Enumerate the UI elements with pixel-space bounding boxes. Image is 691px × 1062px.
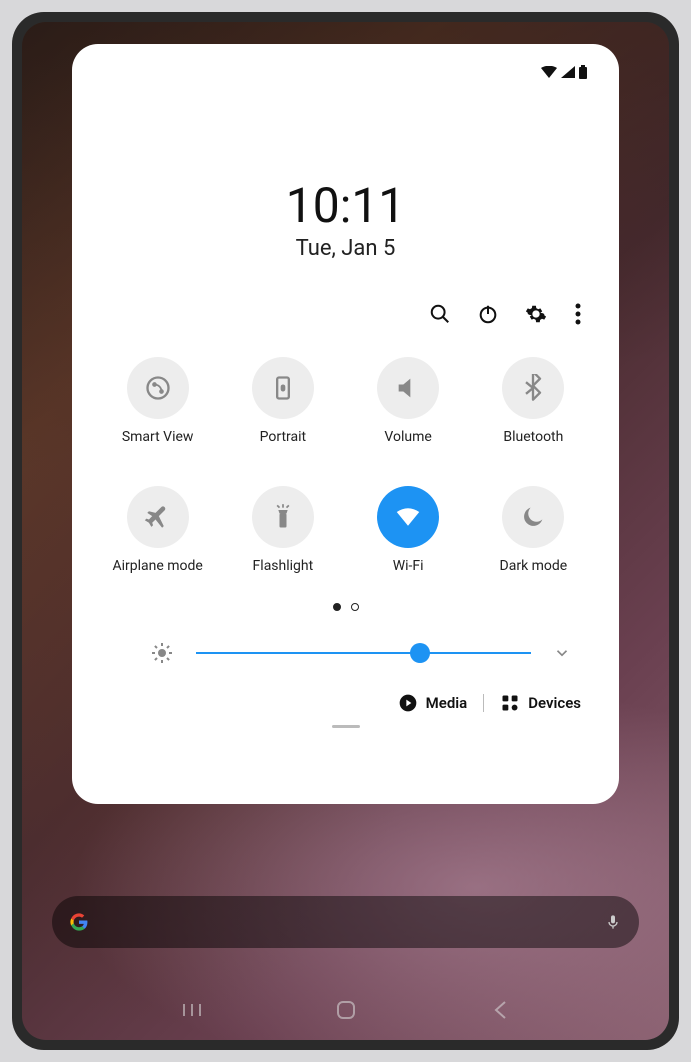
tile-smart-view[interactable]: Smart View (100, 357, 215, 446)
tile-label: Wi-Fi (393, 558, 424, 575)
device-frame: 10:11 Tue, Jan 5 Smart View Portrait Volum… (12, 12, 679, 1050)
tile-volume[interactable]: Volume (351, 357, 466, 446)
quick-settings-panel: 10:11 Tue, Jan 5 Smart View Portrait Volum… (72, 44, 619, 804)
separator (483, 694, 484, 712)
volume-icon (377, 357, 439, 419)
clock-time: 10:11 (100, 177, 591, 234)
bottom-row: Media Devices (100, 693, 591, 713)
pager-dots (100, 603, 591, 611)
portrait-icon (252, 357, 314, 419)
clock-date: Tue, Jan 5 (100, 236, 591, 261)
tile-label: Flashlight (253, 558, 314, 575)
bluetooth-icon (502, 357, 564, 419)
media-button[interactable]: Media (398, 693, 468, 713)
power-button[interactable] (475, 301, 501, 327)
chevron-down-icon (553, 644, 571, 662)
flashlight-icon (252, 486, 314, 548)
brightness-expand-button[interactable] (553, 644, 571, 662)
pager-dot[interactable] (333, 603, 341, 611)
signal-status-icon (561, 66, 575, 78)
recents-icon (182, 1002, 202, 1018)
nav-home-button[interactable] (334, 998, 358, 1022)
tile-wifi[interactable]: Wi-Fi (351, 486, 466, 575)
pager-dot[interactable] (351, 603, 359, 611)
screen: 10:11 Tue, Jan 5 Smart View Portrait Volum… (22, 22, 669, 1040)
airplane-icon (127, 486, 189, 548)
action-row (100, 301, 591, 327)
battery-status-icon (579, 65, 587, 79)
darkmode-icon (502, 486, 564, 548)
wifi-icon (377, 486, 439, 548)
more-vert-icon (575, 303, 581, 325)
mic-icon[interactable] (605, 911, 621, 933)
brightness-slider[interactable] (196, 643, 531, 663)
wifi-status-icon (541, 66, 557, 78)
gear-icon (525, 303, 547, 325)
google-search-bar[interactable] (52, 896, 639, 948)
tile-portrait[interactable]: Portrait (225, 357, 340, 446)
clock-area: 10:11 Tue, Jan 5 (100, 177, 591, 261)
tile-label: Airplane mode (112, 558, 202, 575)
tile-label: Portrait (260, 429, 306, 446)
slider-track (196, 652, 531, 654)
navigation-bar (22, 998, 669, 1022)
tile-label: Dark mode (500, 558, 568, 575)
devices-label: Devices (528, 694, 581, 712)
devices-grid-icon (500, 693, 520, 713)
tile-label: Bluetooth (503, 429, 563, 446)
tile-darkmode[interactable]: Dark mode (476, 486, 591, 575)
more-button[interactable] (571, 301, 585, 327)
status-bar (100, 62, 591, 82)
tile-label: Smart View (122, 429, 194, 446)
search-icon (429, 303, 451, 325)
nav-recents-button[interactable] (180, 998, 204, 1022)
tile-flashlight[interactable]: Flashlight (225, 486, 340, 575)
home-icon (336, 1000, 356, 1020)
brightness-icon (150, 641, 174, 665)
devices-button[interactable]: Devices (500, 693, 581, 713)
panel-handle[interactable] (332, 725, 360, 728)
tile-bluetooth[interactable]: Bluetooth (476, 357, 591, 446)
tile-airplane[interactable]: Airplane mode (100, 486, 215, 575)
nav-back-button[interactable] (488, 998, 512, 1022)
search-button[interactable] (427, 301, 453, 327)
tile-label: Volume (384, 429, 431, 446)
back-icon (493, 1000, 507, 1020)
power-icon (477, 303, 499, 325)
play-circle-icon (398, 693, 418, 713)
settings-button[interactable] (523, 301, 549, 327)
google-icon (70, 913, 88, 931)
brightness-row (100, 641, 591, 665)
smartview-icon (127, 357, 189, 419)
media-label: Media (426, 694, 468, 712)
slider-thumb[interactable] (410, 643, 430, 663)
quick-tiles-grid: Smart View Portrait Volume Bluetooth Airplan… (100, 357, 591, 575)
